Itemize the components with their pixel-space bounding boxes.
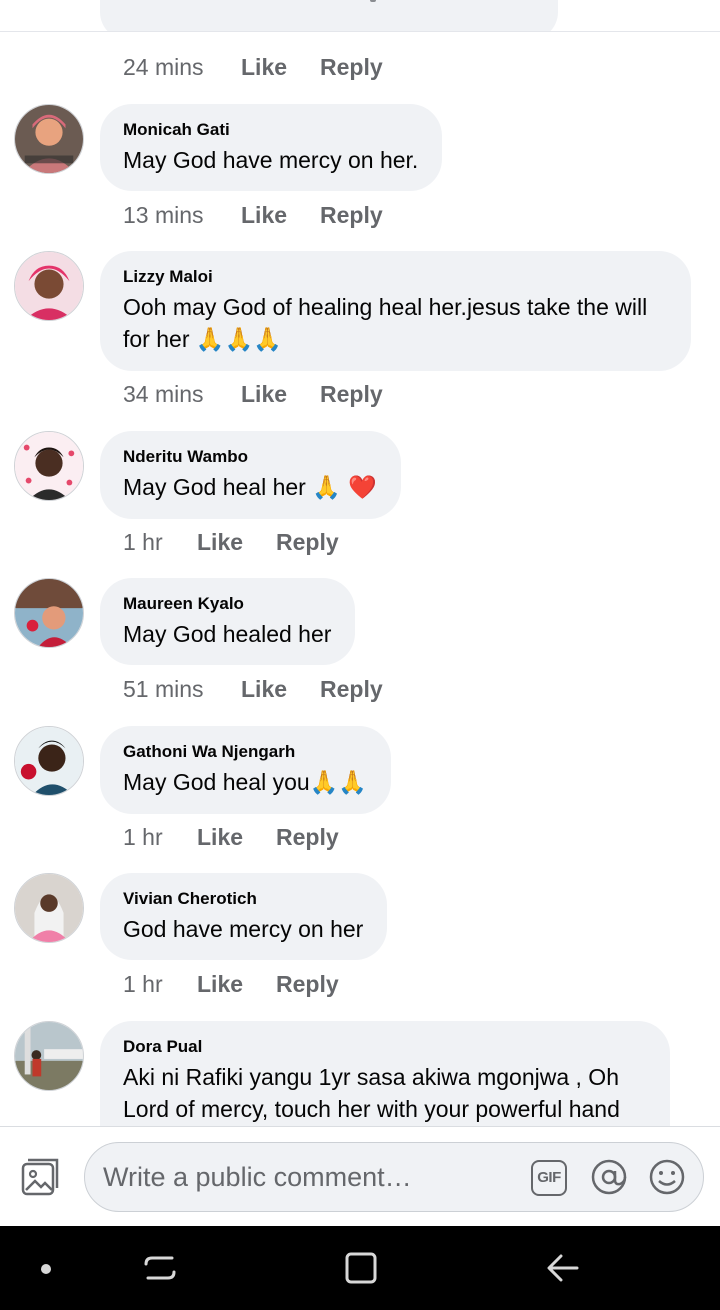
comment-time: 13 mins — [123, 201, 204, 228]
reply-button[interactable]: Reply — [320, 54, 383, 81]
avatar[interactable] — [14, 873, 84, 943]
commenter-name[interactable]: Gathoni Wa Njengarh — [123, 741, 367, 763]
recents-icon[interactable] — [140, 1248, 180, 1288]
home-icon[interactable] — [341, 1248, 381, 1288]
reply-button[interactable]: Reply — [320, 676, 383, 703]
system-navigation-bar — [0, 1226, 720, 1310]
comment-bubble: Monicah Gati May God have mercy on her. — [100, 104, 443, 191]
avatar[interactable] — [14, 251, 84, 321]
commenter-name[interactable]: Dora Pual — [123, 1036, 646, 1058]
comment-text-body: May God have mercy on her. — [123, 147, 419, 173]
comment-actions: 1 hr Like Reply — [123, 822, 339, 852]
praying-hands-emoji: 🙏🙏 — [309, 770, 367, 796]
comment-text: Aki ni Rafiki yangu 1yr sasa akiwa mgonj… — [123, 1061, 646, 1125]
previous-comment-bubble-edge — [0, 0, 720, 32]
like-button[interactable]: Like — [241, 202, 320, 229]
comment-time: 1 hr — [123, 970, 163, 997]
comment-composer: GIF — [0, 1126, 720, 1226]
comment-text-body: Aki ni Rafiki yangu 1yr sasa akiwa mgonj… — [123, 1064, 620, 1122]
avatar[interactable] — [14, 1021, 84, 1091]
like-button[interactable]: Like — [241, 676, 320, 703]
comment-time: 24 mins — [123, 53, 204, 80]
like-button[interactable]: Like — [241, 54, 320, 81]
smiley-icon[interactable] — [647, 1157, 687, 1197]
comment-bubble: Dora Pual Aki ni Rafiki yangu 1yr sasa a… — [100, 1021, 670, 1131]
commenter-name[interactable]: Maureen Kyalo — [123, 593, 331, 615]
comment-text-body: May God healed her — [123, 621, 332, 647]
comment-input[interactable] — [103, 1143, 523, 1211]
previous-comment-bubble — [100, 0, 558, 31]
comment-bubble: Lizzy Maloi Ooh may God of healing heal … — [100, 251, 691, 371]
comment-actions: 13 mins Like Reply — [123, 200, 383, 230]
gif-icon[interactable]: GIF — [531, 1160, 567, 1196]
comment-bubble: Vivian Cherotich God have mercy on her — [100, 873, 388, 960]
back-arrow-icon[interactable] — [543, 1248, 583, 1288]
comment-text: May God healed her — [123, 618, 331, 650]
avatar[interactable] — [14, 726, 84, 796]
comment-actions: 1 hr Like Reply — [123, 527, 339, 557]
at-icon[interactable] — [589, 1157, 629, 1197]
like-button[interactable]: Like — [197, 529, 276, 556]
comment-text: God have mercy on her — [123, 913, 363, 945]
comment-actions-previous: 24 mins Like Reply — [123, 52, 383, 82]
praying-hands-emoji: 🙏🙏🙏 — [195, 327, 282, 353]
comment-text-body: May God heal her — [123, 474, 306, 500]
comment-time: 1 hr — [123, 823, 163, 850]
reply-button[interactable]: Reply — [320, 381, 383, 408]
comment-actions: 34 mins Like Reply — [123, 379, 383, 409]
comment-input-box: GIF — [84, 1142, 704, 1212]
comment-bubble: Gathoni Wa Njengarh May God heal you🙏🙏 — [100, 726, 391, 814]
comment-actions: 1 hr Like Reply — [123, 969, 339, 999]
avatar[interactable] — [14, 578, 84, 648]
commenter-name[interactable]: Monicah Gati — [123, 119, 418, 141]
praying-hands-heart-emoji: 🙏 ❤️ — [312, 475, 377, 501]
photo-icon[interactable] — [20, 1157, 60, 1197]
comment-time: 1 hr — [123, 528, 163, 555]
reply-button[interactable]: Reply — [320, 202, 383, 229]
commenter-name[interactable]: Vivian Cherotich — [123, 888, 363, 910]
comment-bubble: Maureen Kyalo May God healed her — [100, 578, 356, 665]
like-button[interactable]: Like — [197, 824, 276, 851]
like-button[interactable]: Like — [197, 971, 276, 998]
avatar[interactable] — [14, 104, 84, 174]
comment-time: 34 mins — [123, 380, 204, 407]
avatar[interactable] — [14, 431, 84, 501]
comment-bubble: Nderitu Wambo May God heal her 🙏 ❤️ — [100, 431, 401, 519]
commenter-name[interactable]: Nderitu Wambo — [123, 446, 377, 468]
comment-time: 51 mins — [123, 675, 204, 702]
commenter-name[interactable]: Lizzy Maloi — [123, 266, 667, 288]
comment-text: May God heal you🙏🙏 — [123, 766, 367, 799]
comment-actions: 51 mins Like Reply — [123, 674, 383, 704]
reply-button[interactable]: Reply — [276, 529, 339, 556]
reply-button[interactable]: Reply — [276, 824, 339, 851]
comment-text: May God have mercy on her. — [123, 144, 418, 176]
comment-text-body: May God heal you — [123, 769, 310, 795]
comment-text: May God heal her 🙏 ❤️ — [123, 471, 377, 504]
dot-icon[interactable] — [26, 1248, 66, 1288]
comment-text: Ooh may God of healing heal her.jesus ta… — [123, 291, 667, 356]
like-button[interactable]: Like — [241, 381, 320, 408]
comment-text-body: God have mercy on her — [123, 916, 364, 942]
reply-button[interactable]: Reply — [276, 971, 339, 998]
